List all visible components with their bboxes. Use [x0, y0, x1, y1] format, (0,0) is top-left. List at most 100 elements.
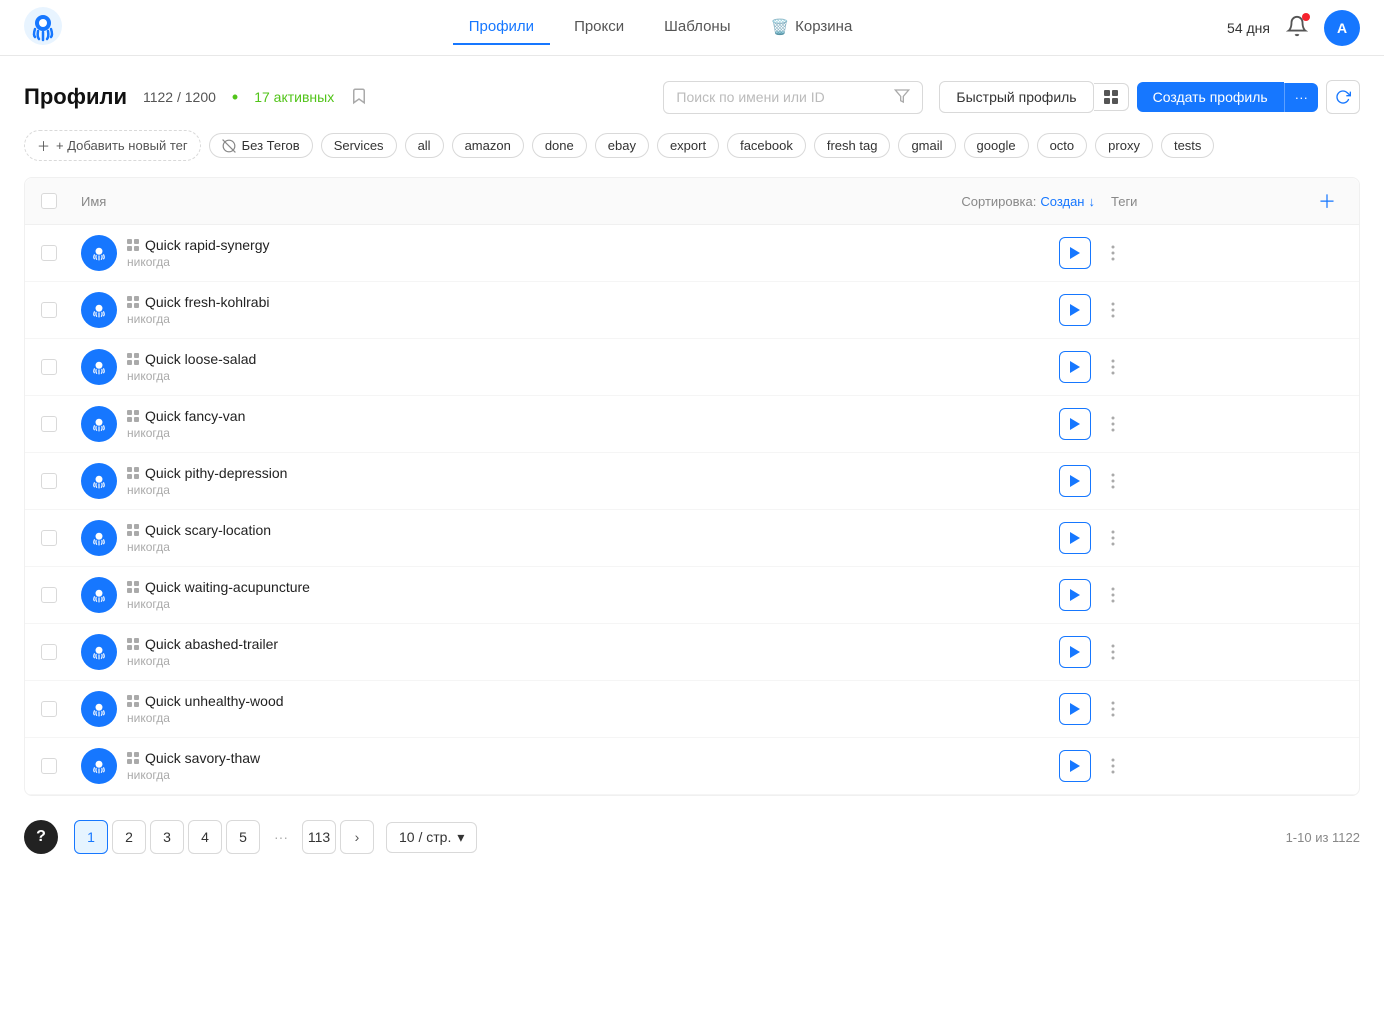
play-button-1[interactable] [1059, 294, 1091, 326]
tag-no-tag[interactable]: Без Тегов [209, 133, 313, 158]
row-actions-5 [1059, 522, 1127, 554]
tag-ebay[interactable]: ebay [595, 133, 649, 158]
nav-basket[interactable]: 🗑️ Корзина [754, 10, 868, 46]
row-info-8: Quick unhealthy-wood никогда [127, 693, 1059, 725]
sort-desc-icon[interactable]: ↓ [1089, 194, 1096, 209]
row-info-5: Quick scary-location никогда [127, 522, 1059, 554]
page-header: Профили 1122 / 1200 • 17 активных Быстры… [24, 80, 1360, 114]
tag-all[interactable]: all [405, 133, 444, 158]
row-sub-8: никогда [127, 711, 1059, 725]
row-actions-4 [1059, 465, 1127, 497]
table-row: Quick rapid-synergy никогда [25, 225, 1359, 282]
row-name-1: Quick fresh-kohlrabi [127, 294, 1059, 310]
row-checkbox-6[interactable] [41, 587, 81, 603]
play-button-5[interactable] [1059, 522, 1091, 554]
row-name-7: Quick abashed-trailer [127, 636, 1059, 652]
row-checkbox-3[interactable] [41, 416, 81, 432]
grid-view-button[interactable] [1094, 83, 1129, 111]
more-button-0[interactable] [1099, 239, 1127, 267]
page-2-button[interactable]: 2 [112, 820, 146, 854]
help-button[interactable]: ? [24, 820, 58, 854]
tag-export[interactable]: export [657, 133, 719, 158]
play-button-8[interactable] [1059, 693, 1091, 725]
profile-avatar-2 [81, 349, 117, 385]
tag-amazon[interactable]: amazon [452, 133, 524, 158]
sort-field[interactable]: Создан [1040, 194, 1084, 209]
row-name-4: Quick pithy-depression [127, 465, 1059, 481]
page-113-button[interactable]: 113 [302, 820, 336, 854]
play-button-2[interactable] [1059, 351, 1091, 383]
row-checkbox-2[interactable] [41, 359, 81, 375]
profile-avatar-3 [81, 406, 117, 442]
page-title: Профили [24, 84, 127, 110]
play-button-0[interactable] [1059, 237, 1091, 269]
row-checkbox-0[interactable] [41, 245, 81, 261]
page-3-button[interactable]: 3 [150, 820, 184, 854]
row-actions-3 [1059, 408, 1127, 440]
select-all-check[interactable] [41, 193, 81, 209]
tag-tests[interactable]: tests [1161, 133, 1214, 158]
create-profile-button[interactable]: Создать профиль [1137, 82, 1284, 112]
create-profile-more-button[interactable]: ··· [1284, 83, 1318, 112]
row-grid-icon-8 [127, 695, 139, 707]
quick-profile-button[interactable]: Быстрый профиль [939, 81, 1093, 113]
play-button-4[interactable] [1059, 465, 1091, 497]
row-checkbox-7[interactable] [41, 644, 81, 660]
tag-fresh-tag[interactable]: fresh tag [814, 133, 891, 158]
bookmark-icon[interactable] [350, 87, 368, 108]
filter-icon[interactable] [894, 88, 910, 107]
play-button-6[interactable] [1059, 579, 1091, 611]
row-checkbox-9[interactable] [41, 758, 81, 774]
nav-proxy[interactable]: Прокси [558, 10, 640, 45]
more-button-4[interactable] [1099, 467, 1127, 495]
play-button-7[interactable] [1059, 636, 1091, 668]
chevron-down-icon: ▾ [457, 829, 464, 846]
row-checkbox-1[interactable] [41, 302, 81, 318]
page-5-button[interactable]: 5 [226, 820, 260, 854]
row-name-6: Quick waiting-acupuncture [127, 579, 1059, 595]
more-button-9[interactable] [1099, 752, 1127, 780]
play-button-9[interactable] [1059, 750, 1091, 782]
per-page-select[interactable]: 10 / стр. ▾ [386, 822, 477, 853]
page-next-button[interactable]: › [340, 820, 374, 854]
page-1-button[interactable]: 1 [74, 820, 108, 854]
row-checkbox-8[interactable] [41, 701, 81, 717]
profile-count: 1122 / 1200 [143, 89, 216, 105]
notifications-bell[interactable] [1286, 15, 1308, 40]
user-avatar[interactable]: A [1324, 10, 1360, 46]
refresh-button[interactable] [1326, 80, 1360, 114]
nav-profiles[interactable]: Профили [453, 10, 550, 45]
tag-facebook[interactable]: facebook [727, 133, 806, 158]
row-info-9: Quick savory-thaw никогда [127, 750, 1059, 782]
more-button-2[interactable] [1099, 353, 1127, 381]
more-button-7[interactable] [1099, 638, 1127, 666]
tag-octo[interactable]: octo [1037, 133, 1088, 158]
nav-templates[interactable]: Шаблоны [648, 10, 746, 45]
row-name-5: Quick scary-location [127, 522, 1059, 538]
more-button-8[interactable] [1099, 695, 1127, 723]
more-button-3[interactable] [1099, 410, 1127, 438]
play-button-3[interactable] [1059, 408, 1091, 440]
search-input[interactable] [676, 89, 886, 105]
row-checkbox-5[interactable] [41, 530, 81, 546]
add-tag-button[interactable]: ＋ + Добавить новый тег [24, 130, 201, 161]
plus-icon: ＋ [37, 136, 50, 155]
more-button-5[interactable] [1099, 524, 1127, 552]
row-grid-icon-6 [127, 581, 139, 593]
tag-gmail[interactable]: gmail [898, 133, 955, 158]
table-header: Имя Сортировка: Создан ↓ Теги ＋ [25, 178, 1359, 225]
app-logo[interactable] [24, 7, 62, 48]
row-grid-icon-4 [127, 467, 139, 479]
table-row: Quick fancy-van никогда [25, 396, 1359, 453]
add-column-button[interactable]: ＋ [1311, 188, 1343, 214]
more-button-6[interactable] [1099, 581, 1127, 609]
tag-google[interactable]: google [964, 133, 1029, 158]
page-content: Профили 1122 / 1200 • 17 активных Быстры… [0, 56, 1384, 796]
row-checkbox-4[interactable] [41, 473, 81, 489]
col-tags-header: Теги [1111, 194, 1311, 209]
page-4-button[interactable]: 4 [188, 820, 222, 854]
tag-done[interactable]: done [532, 133, 587, 158]
tag-services[interactable]: Services [321, 133, 397, 158]
more-button-1[interactable] [1099, 296, 1127, 324]
tag-proxy[interactable]: proxy [1095, 133, 1153, 158]
